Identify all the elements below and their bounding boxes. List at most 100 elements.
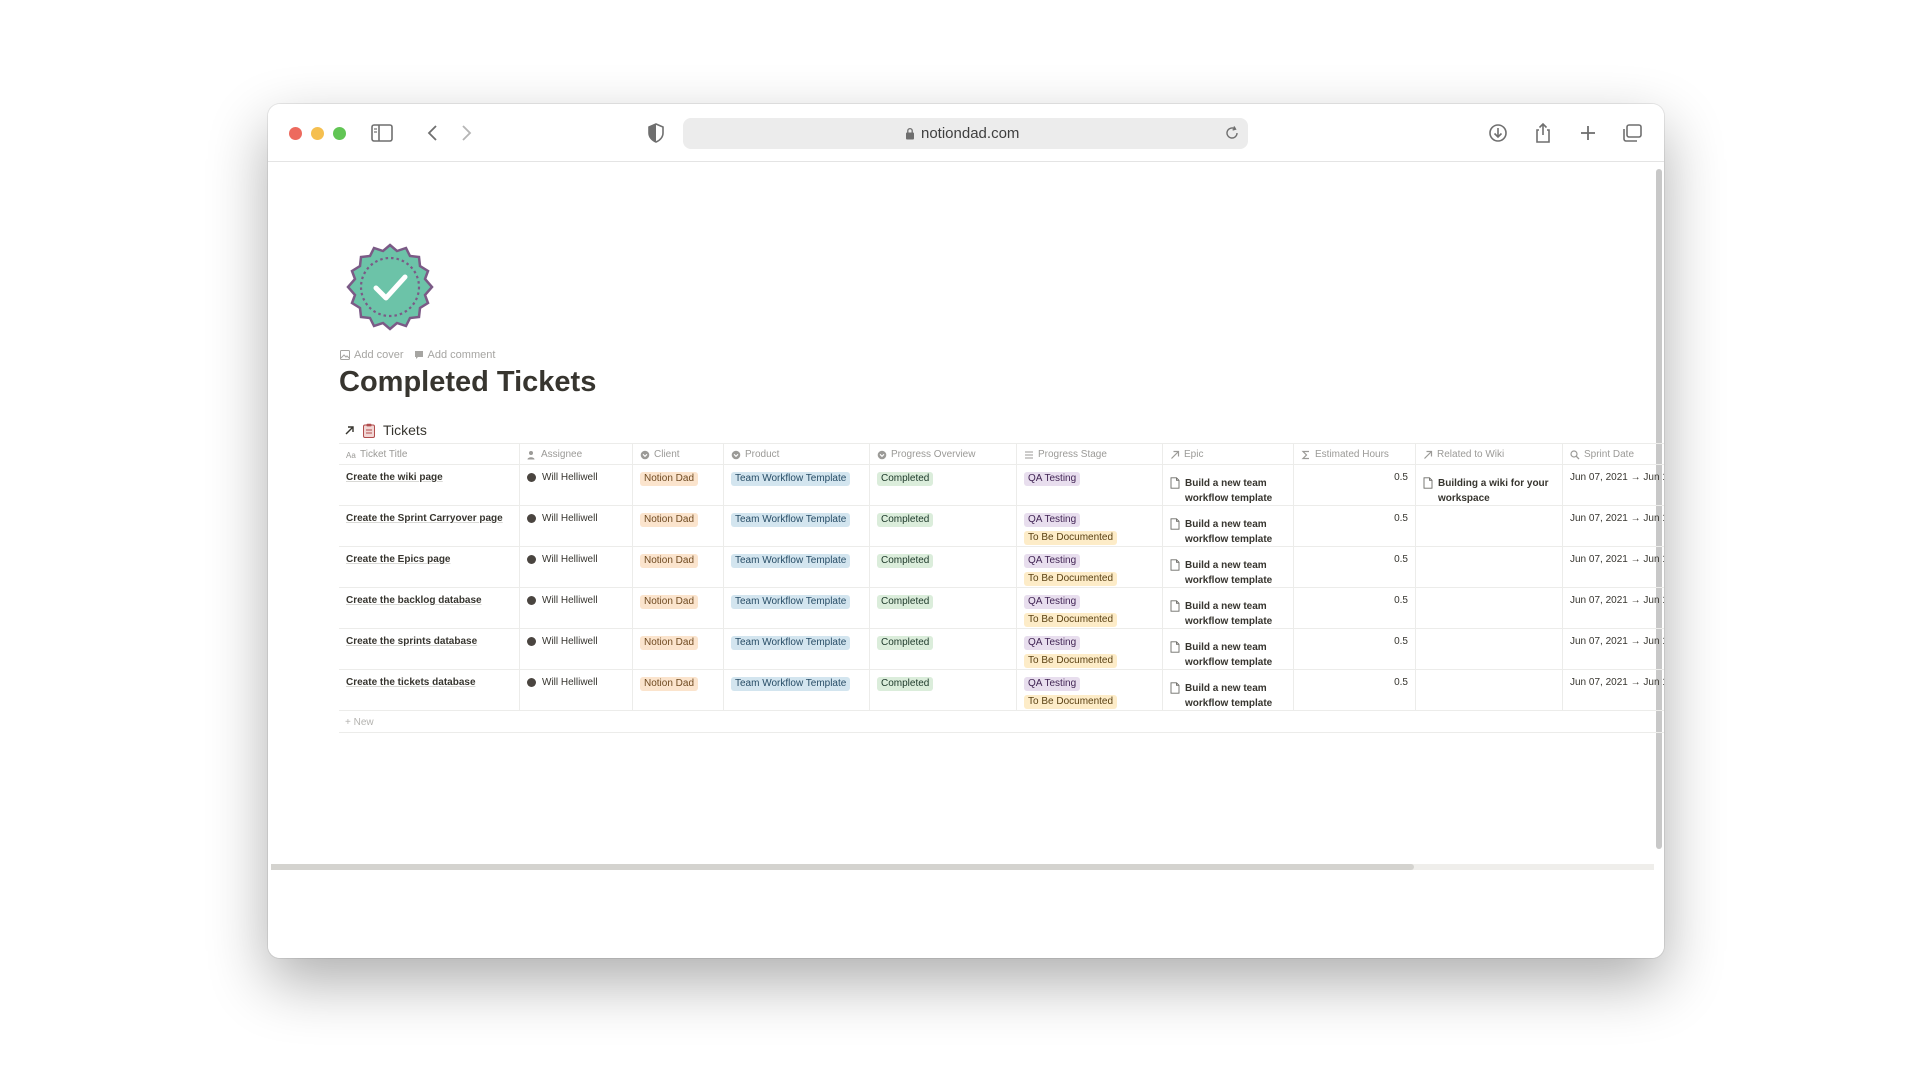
column-header-epic[interactable]: Epic <box>1163 444 1294 464</box>
ticket-title[interactable]: Create the Sprint Carryover page <box>346 513 503 524</box>
estimated-hours-cell[interactable]: 0.5 <box>1294 588 1416 628</box>
estimated-hours-cell[interactable]: 0.5 <box>1294 506 1416 546</box>
estimated-hours-cell[interactable]: 0.5 <box>1294 670 1416 710</box>
epic-cell[interactable]: Build a new team workflow template <box>1163 547 1294 587</box>
sprint-date-cell[interactable]: Jun 07, 2021 → Jun 1 <box>1563 629 1664 669</box>
table-row[interactable]: Create the backlog database Will Helliwe… <box>339 588 1664 629</box>
client-cell[interactable]: Notion Dad <box>633 506 724 546</box>
horizontal-scrollbar[interactable] <box>271 864 1654 870</box>
column-header-progress-stage[interactable]: Progress Stage <box>1017 444 1163 464</box>
client-cell[interactable]: Notion Dad <box>633 465 724 505</box>
progress-stage-cell[interactable]: QA Testing To Be Documented <box>1017 670 1163 710</box>
column-header-assignee[interactable]: Assignee <box>520 444 633 464</box>
epic-cell[interactable]: Build a new team workflow template <box>1163 588 1294 628</box>
progress-stage-cell[interactable]: QA Testing To Be Documented <box>1017 506 1163 546</box>
reload-icon[interactable] <box>1224 125 1240 141</box>
progress-overview-cell[interactable]: Completed <box>870 588 1017 628</box>
estimated-hours-cell[interactable]: 0.5 <box>1294 629 1416 669</box>
product-cell[interactable]: Team Workflow Template <box>724 547 870 587</box>
progress-overview-cell[interactable]: Completed <box>870 670 1017 710</box>
column-header-related-to-wiki[interactable]: Related to Wiki <box>1416 444 1563 464</box>
close-window-button[interactable] <box>289 127 302 140</box>
product-cell[interactable]: Team Workflow Template <box>724 629 870 669</box>
minimize-window-button[interactable] <box>311 127 324 140</box>
progress-stage-cell[interactable]: QA Testing To Be Documented <box>1017 629 1163 669</box>
add-cover-button[interactable]: Add cover <box>340 349 404 361</box>
client-cell[interactable]: Notion Dad <box>633 547 724 587</box>
ticket-title-cell[interactable]: Create the Sprint Carryover page <box>339 506 520 546</box>
product-cell[interactable]: Team Workflow Template <box>724 506 870 546</box>
ticket-title-cell[interactable]: Create the sprints database <box>339 629 520 669</box>
progress-overview-cell[interactable]: Completed <box>870 506 1017 546</box>
assignee-cell[interactable]: Will Helliwell <box>520 629 633 669</box>
maximize-window-button[interactable] <box>333 127 346 140</box>
epic-cell[interactable]: Build a new team workflow template <box>1163 629 1294 669</box>
shield-icon[interactable] <box>644 122 668 144</box>
epic-cell[interactable]: Build a new team workflow template <box>1163 670 1294 710</box>
table-row[interactable]: Create the tickets database Will Helliwe… <box>339 670 1664 711</box>
linked-database-header[interactable]: Tickets <box>344 422 427 438</box>
new-tab-icon[interactable] <box>1576 122 1600 144</box>
estimated-hours-cell[interactable]: 0.5 <box>1294 465 1416 505</box>
horizontal-scrollbar-thumb[interactable] <box>271 864 1414 870</box>
epic-cell[interactable]: Build a new team workflow template <box>1163 506 1294 546</box>
assignee-cell[interactable]: Will Helliwell <box>520 465 633 505</box>
epic-link[interactable]: Build a new team workflow template <box>1185 558 1286 587</box>
epic-link[interactable]: Build a new team workflow template <box>1185 640 1286 669</box>
progress-overview-cell[interactable]: Completed <box>870 547 1017 587</box>
table-row[interactable]: Create the Sprint Carryover page Will He… <box>339 506 1664 547</box>
ticket-title-cell[interactable]: Create the Epics page <box>339 547 520 587</box>
client-cell[interactable]: Notion Dad <box>633 670 724 710</box>
ticket-title[interactable]: Create the sprints database <box>346 636 477 647</box>
ticket-title[interactable]: Create the backlog database <box>346 595 482 606</box>
back-icon[interactable] <box>422 122 446 144</box>
related-to-wiki-cell[interactable] <box>1416 670 1563 710</box>
assignee-cell[interactable]: Will Helliwell <box>520 506 633 546</box>
verified-badge-icon[interactable] <box>346 243 434 331</box>
progress-stage-cell[interactable]: QA Testing To Be Documented <box>1017 588 1163 628</box>
assignee-cell[interactable]: Will Helliwell <box>520 670 633 710</box>
client-cell[interactable]: Notion Dad <box>633 629 724 669</box>
epic-link[interactable]: Build a new team workflow template <box>1185 681 1286 710</box>
sprint-date-cell[interactable]: Jun 07, 2021 → Jun 1 <box>1563 465 1664 505</box>
progress-overview-cell[interactable]: Completed <box>870 629 1017 669</box>
page-title[interactable]: Completed Tickets <box>339 366 596 399</box>
add-new-row-button[interactable]: + New <box>339 711 1664 733</box>
sprint-date-cell[interactable]: Jun 07, 2021 → Jun 1 <box>1563 547 1664 587</box>
sprint-date-cell[interactable]: Jun 07, 2021 → Jun 1 <box>1563 506 1664 546</box>
client-cell[interactable]: Notion Dad <box>633 588 724 628</box>
sprint-date-cell[interactable]: Jun 07, 2021 → Jun 1 <box>1563 588 1664 628</box>
table-row[interactable]: Create the sprints database Will Helliwe… <box>339 629 1664 670</box>
epic-cell[interactable]: Build a new team workflow template <box>1163 465 1294 505</box>
ticket-title[interactable]: Create the tickets database <box>346 677 476 688</box>
table-row[interactable]: Create the wiki page Will Helliwell Noti… <box>339 465 1664 506</box>
add-comment-button[interactable]: Add comment <box>414 349 495 361</box>
progress-stage-cell[interactable]: QA Testing To Be Documented <box>1017 547 1163 587</box>
related-to-wiki-cell[interactable] <box>1416 547 1563 587</box>
related-to-wiki-cell[interactable] <box>1416 506 1563 546</box>
ticket-title-cell[interactable]: Create the wiki page <box>339 465 520 505</box>
forward-icon[interactable] <box>454 122 478 144</box>
ticket-title-cell[interactable]: Create the tickets database <box>339 670 520 710</box>
share-icon[interactable] <box>1531 122 1555 144</box>
column-header-product[interactable]: Product <box>724 444 870 464</box>
sprint-date-cell[interactable]: Jun 07, 2021 → Jun 1 <box>1563 670 1664 710</box>
progress-overview-cell[interactable]: Completed <box>870 465 1017 505</box>
table-row[interactable]: Create the Epics page Will Helliwell Not… <box>339 547 1664 588</box>
address-bar[interactable]: notiondad.com <box>683 118 1248 149</box>
assignee-cell[interactable]: Will Helliwell <box>520 547 633 587</box>
related-to-wiki-cell[interactable]: Building a wiki for your workspace <box>1416 465 1563 505</box>
ticket-title[interactable]: Create the Epics page <box>346 554 450 565</box>
estimated-hours-cell[interactable]: 0.5 <box>1294 547 1416 587</box>
column-header-sprint-date[interactable]: Sprint Date <box>1563 444 1664 464</box>
tab-overview-icon[interactable] <box>1620 122 1644 144</box>
epic-link[interactable]: Build a new team workflow template <box>1185 517 1286 546</box>
product-cell[interactable]: Team Workflow Template <box>724 670 870 710</box>
epic-link[interactable]: Build a new team workflow template <box>1185 599 1286 628</box>
download-icon[interactable] <box>1486 122 1510 144</box>
ticket-title[interactable]: Create the wiki page <box>346 472 443 483</box>
epic-link[interactable]: Build a new team workflow template <box>1185 476 1286 505</box>
column-header-progress-overview[interactable]: Progress Overview <box>870 444 1017 464</box>
assignee-cell[interactable]: Will Helliwell <box>520 588 633 628</box>
column-header-client[interactable]: Client <box>633 444 724 464</box>
